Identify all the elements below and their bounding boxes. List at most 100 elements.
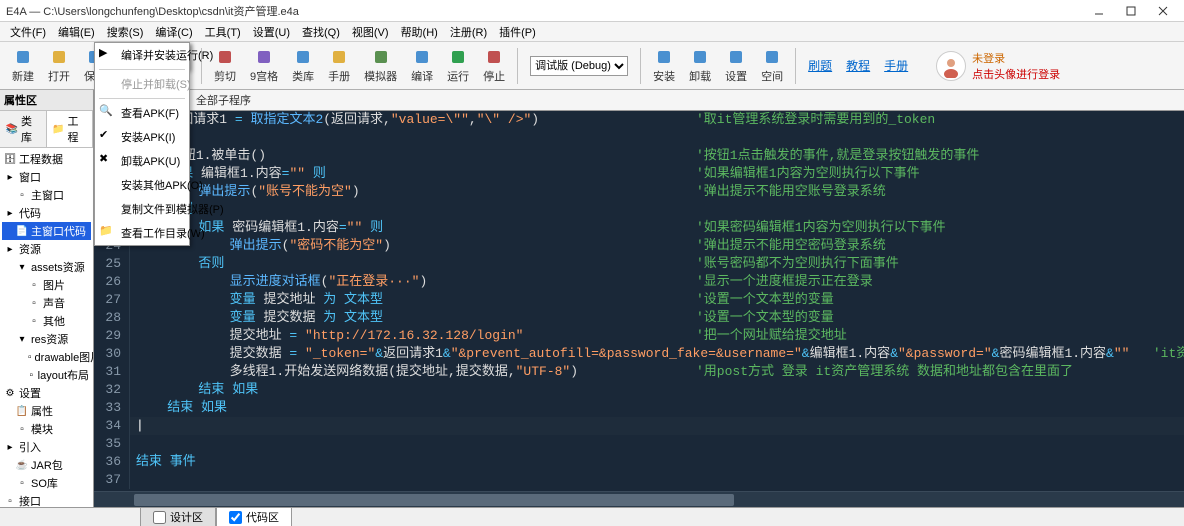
menu-item[interactable]: 插件(P): [493, 22, 542, 42]
toolbar-安装[interactable]: 安装: [647, 45, 681, 86]
panel-header: 属性区: [0, 90, 93, 111]
avatar[interactable]: [936, 51, 966, 81]
toolbar-新建[interactable]: 新建: [6, 45, 40, 86]
code-line[interactable]: 37: [94, 471, 1184, 489]
menu-item[interactable]: 搜索(S): [101, 22, 150, 42]
code-check[interactable]: [229, 511, 242, 524]
tree-icon: ▫: [16, 423, 28, 435]
menu-item[interactable]: 注册(R): [444, 22, 493, 42]
menu-item[interactable]: 🔍查看APK(F): [95, 101, 189, 125]
tree-item[interactable]: ▫drawable图片: [2, 348, 91, 366]
tab-code[interactable]: 代码区: [216, 507, 292, 526]
tree-item[interactable]: ▫主窗口: [2, 186, 91, 204]
menu-item[interactable]: 设置(U): [247, 22, 296, 42]
close-button[interactable]: [1148, 2, 1178, 20]
tree-item[interactable]: ▾assets资源: [2, 258, 91, 276]
toolbar-设置[interactable]: 设置: [719, 45, 753, 86]
tree-item[interactable]: ▸引入: [2, 438, 91, 456]
code-line[interactable]: 32 结束 如果: [94, 381, 1184, 399]
tree-item[interactable]: 🗄工程数据: [2, 150, 91, 168]
toolbar-类库[interactable]: 类库: [286, 45, 320, 86]
tree-item[interactable]: ▫SO库: [2, 474, 91, 492]
toolbar-运行[interactable]: 运行: [441, 45, 475, 86]
toolbar-打开[interactable]: 打开: [42, 45, 76, 86]
tool-icon: [49, 47, 69, 67]
code-line[interactable]: 26 显示进度对话框("正在登录···")'显示一个进度框提示正在登录: [94, 273, 1184, 291]
code-line[interactable]: 36结束 事件: [94, 453, 1184, 471]
login-area[interactable]: 未登录点击头像进行登录: [936, 50, 1060, 82]
code-line[interactable]: 35: [94, 435, 1184, 453]
toolbar-9宫格[interactable]: 9宫格: [244, 45, 284, 86]
tree-item[interactable]: ▫layout布局: [2, 366, 91, 384]
code-line[interactable]: 28 变量 提交数据 为 文本型'设置一个文本型的变量: [94, 309, 1184, 327]
code-line[interactable]: 21 弹出提示("账号不能为空")'弹出提示不能用空账号登录系统: [94, 183, 1184, 201]
code-line[interactable]: 19事件 按钮1.被单击()'按钮1点击触发的事件,就是登录按钮触发的事件: [94, 147, 1184, 165]
menu-item[interactable]: 文件(F): [4, 22, 52, 42]
tab-classes[interactable]: 📚类库: [0, 111, 47, 147]
line-number: 34: [94, 417, 130, 435]
link-教程[interactable]: 教程: [840, 57, 876, 74]
tree-item[interactable]: ▫其他: [2, 312, 91, 330]
menu-item[interactable]: 工具(T): [199, 22, 247, 42]
tree-icon: ▾: [16, 333, 28, 345]
toolbar-模拟器[interactable]: 模拟器: [358, 45, 403, 86]
code-line[interactable]: 25 否则'账号密码都不为空则执行下面事件: [94, 255, 1184, 273]
menu-item[interactable]: 📁查看工作目录(W): [95, 221, 189, 245]
menu-item[interactable]: 编辑(E): [52, 22, 101, 42]
tree-item[interactable]: 📋属性: [2, 402, 91, 420]
tab-design[interactable]: 设计区: [140, 507, 216, 526]
tree-item[interactable]: ⚙设置: [2, 384, 91, 402]
tree-item[interactable]: ▫接口: [2, 492, 91, 507]
build-mode-select[interactable]: 调试版 (Debug): [530, 56, 628, 76]
tree-item[interactable]: ▫声音: [2, 294, 91, 312]
tree-item[interactable]: ▾res资源: [2, 330, 91, 348]
toolbar-手册[interactable]: 手册: [322, 45, 356, 86]
code-line[interactable]: 23 如果 密码编辑框1.内容="" 则'如果密码编辑框1内容为空则执行以下事件: [94, 219, 1184, 237]
menu-item[interactable]: ▶编译并安装运行(R): [95, 43, 189, 67]
toolbar-编译[interactable]: 编译: [405, 45, 439, 86]
menu-item[interactable]: ✔安装APK(I): [95, 125, 189, 149]
code-line[interactable]: 33 结束 如果: [94, 399, 1184, 417]
tree-item[interactable]: ▸资源: [2, 240, 91, 258]
maximize-button[interactable]: [1116, 2, 1146, 20]
code-area[interactable]: 返回请求1 = 取指定文本2(返回请求,"value=\"","\" />")'…: [94, 111, 1184, 491]
code-line[interactable]: 29 提交地址 = "http://172.16.32.128/login"'把…: [94, 327, 1184, 345]
code-line[interactable]: 20 如果 编辑框1.内容="" 则'如果编辑框1内容为空则执行以下事件: [94, 165, 1184, 183]
menu-item[interactable]: 编译(C): [149, 22, 198, 42]
code-line[interactable]: 34: [94, 417, 1184, 435]
menu-item[interactable]: 视图(V): [346, 22, 395, 42]
menu-item[interactable]: 复制文件到模拟器(P): [95, 197, 189, 221]
scroll-thumb[interactable]: [134, 494, 734, 506]
link-手册[interactable]: 手册: [878, 57, 914, 74]
code-line[interactable]: 27 变量 提交地址 为 文本型'设置一个文本型的变量: [94, 291, 1184, 309]
code-line[interactable]: 30 提交数据 = "_token="&返回请求1&"&prevent_auto…: [94, 345, 1184, 363]
project-tree[interactable]: 🗄工程数据▸窗口▫主窗口▸代码📄主窗口代码▸资源▾assets资源▫图片▫声音▫…: [0, 148, 93, 507]
x-icon: ✖: [99, 152, 113, 166]
code-line[interactable]: 22 否则: [94, 201, 1184, 219]
design-check[interactable]: [153, 511, 166, 524]
minimize-button[interactable]: [1084, 2, 1114, 20]
tool-icon: [448, 47, 468, 67]
toolbar-卸载[interactable]: 卸载: [683, 45, 717, 86]
tab-project[interactable]: 📁工程: [47, 111, 94, 147]
menu-item[interactable]: 安装其他APK(O): [95, 173, 189, 197]
tree-item[interactable]: 📄主窗口代码: [2, 222, 91, 240]
tree-item[interactable]: ▸代码: [2, 204, 91, 222]
tree-icon: ▸: [4, 243, 16, 255]
code-line[interactable]: 束 事件: [94, 129, 1184, 147]
menu-item[interactable]: 帮助(H): [395, 22, 444, 42]
tree-item[interactable]: ▫模块: [2, 420, 91, 438]
tree-item[interactable]: ☕JAR包: [2, 456, 91, 474]
tree-item[interactable]: ▫图片: [2, 276, 91, 294]
breadcrumb[interactable]: 全部子程序: [190, 90, 1184, 111]
menu-item[interactable]: 查找(Q): [296, 22, 346, 42]
code-line[interactable]: 返回请求1 = 取指定文本2(返回请求,"value=\"","\" />")'…: [94, 111, 1184, 129]
toolbar-停止[interactable]: 停止: [477, 45, 511, 86]
menu-item[interactable]: ✖卸载APK(U): [95, 149, 189, 173]
h-scrollbar[interactable]: [94, 491, 1184, 507]
toolbar-空间[interactable]: 空间: [755, 45, 789, 86]
code-line[interactable]: 31 多线程1.开始发送网络数据(提交地址,提交数据,"UTF-8")'用pos…: [94, 363, 1184, 381]
code-line[interactable]: 24 弹出提示("密码不能为空")'弹出提示不能用空密码登录系统: [94, 237, 1184, 255]
tree-item[interactable]: ▸窗口: [2, 168, 91, 186]
link-刷题[interactable]: 刷题: [802, 57, 838, 74]
